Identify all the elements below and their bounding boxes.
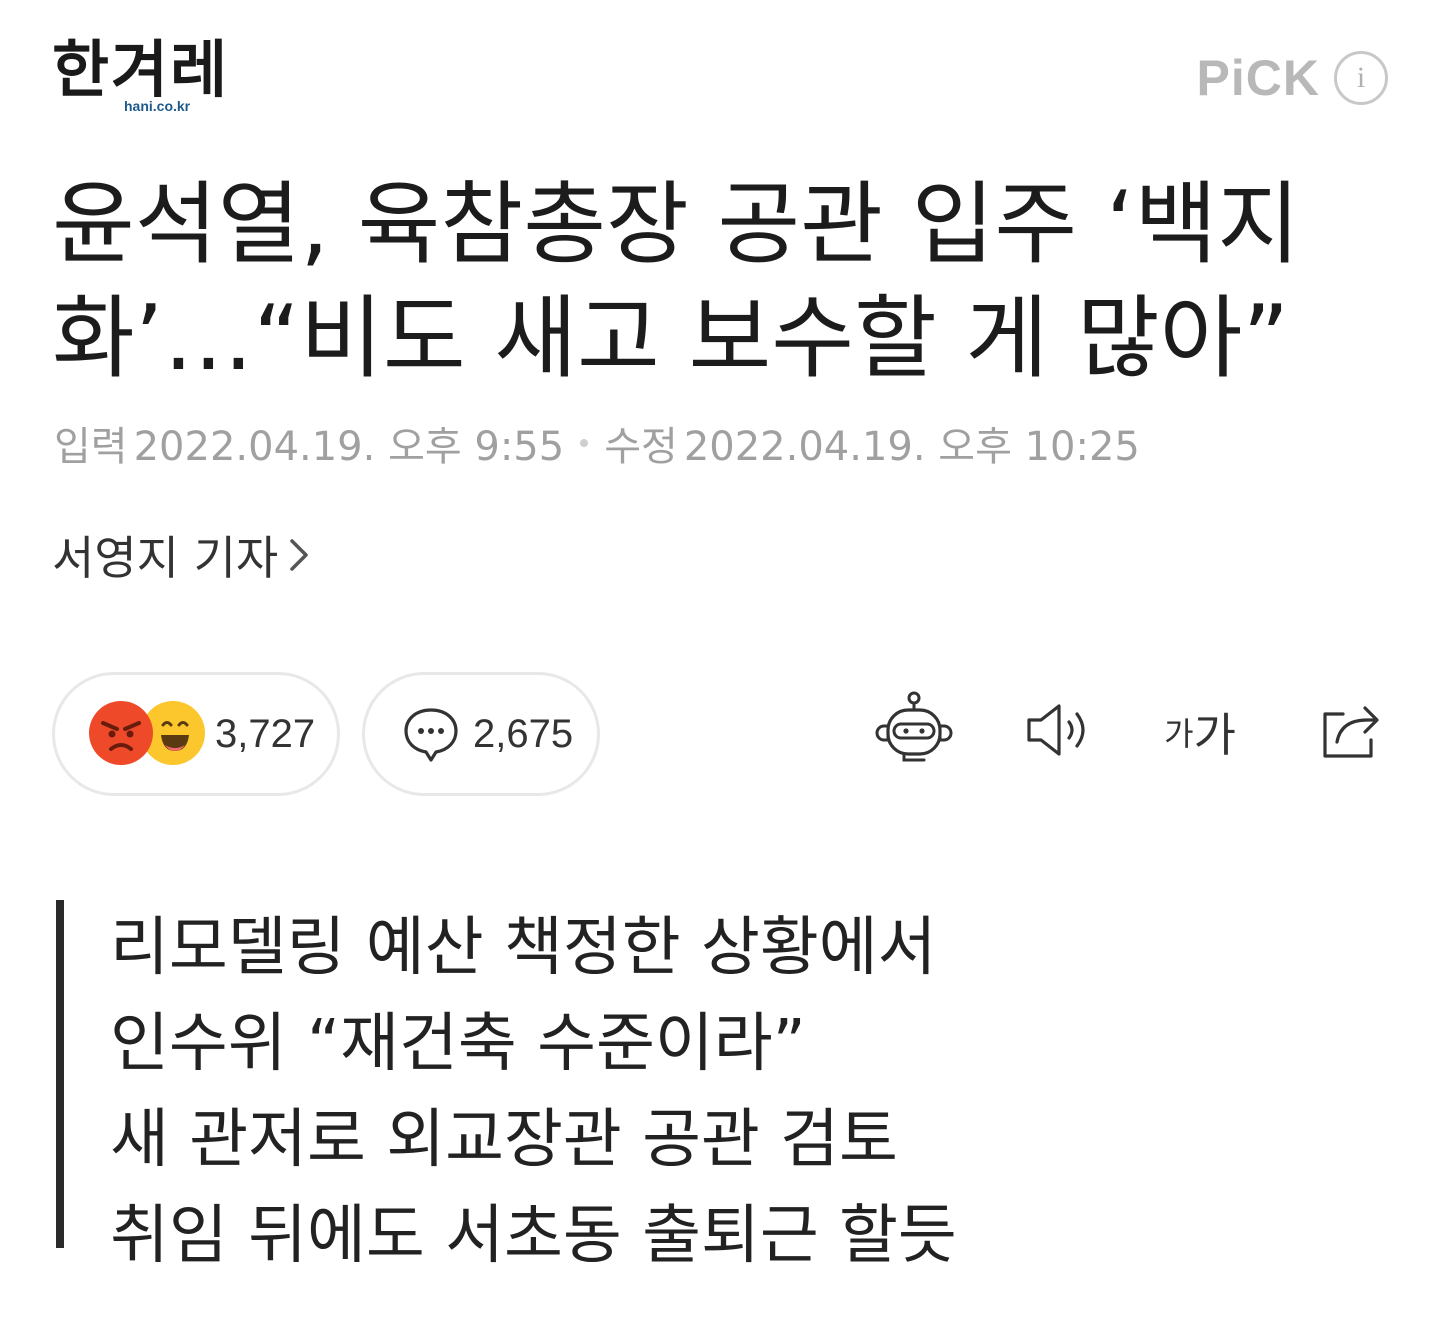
reporter-name: 서영지 기자	[52, 531, 279, 585]
article-title: 윤석열, 육참총장 공관 입주 ‘백지 화’…“비도 새고 보수할 게 많아”	[52, 168, 1352, 396]
comments-button[interactable]: 2,675	[362, 672, 600, 796]
published-label: 입력	[54, 424, 128, 470]
reactions-count: 3,727	[215, 711, 316, 756]
title-line-2: 화’…“비도 새고 보수할 게 많아”	[52, 286, 1290, 391]
share-button[interactable]	[1308, 690, 1392, 774]
angry-face-icon	[89, 701, 153, 765]
font-small-glyph: 가	[1164, 715, 1194, 753]
logo-domain: hani.co.kr	[124, 98, 191, 114]
info-icon[interactable]: i	[1334, 51, 1388, 105]
share-icon	[1315, 698, 1385, 766]
title-line-1: 윤석열, 육참총장 공관 입주 ‘백지	[52, 172, 1301, 277]
summary-line: 리모델링 예산 책정한 상황에서	[110, 911, 937, 985]
press-logo[interactable]: 한겨레 hani.co.kr	[52, 30, 272, 120]
app-header: 한겨레 hani.co.kr PiCK i	[0, 0, 1440, 150]
article-meta: 입력 2022.04.19. 오후 9:55 수정 2022.04.19. 오후…	[54, 414, 1140, 472]
text-to-speech-button[interactable]	[1018, 690, 1102, 774]
pick-label: PiCK	[1196, 50, 1320, 106]
reactions-button[interactable]: 3,727	[52, 672, 340, 796]
summary-bot-button[interactable]	[872, 690, 956, 774]
modified-label: 수정	[604, 424, 678, 470]
comments-count: 2,675	[473, 711, 574, 756]
summary-line: 인수위 “재건축 수준이라”	[110, 1007, 806, 1081]
summary-line: 취임 뒤에도 서초동 출퇴근 할듯	[110, 1199, 957, 1273]
comment-bubble-icon	[401, 704, 461, 764]
article-summary: 리모델링 예산 책정한 상황에서 인수위 “재건축 수준이라” 새 관저로 외교…	[56, 900, 957, 1273]
reporter-link[interactable]: 서영지 기자	[52, 522, 316, 588]
font-size-button[interactable]: 가 가	[1158, 690, 1242, 774]
chevron-right-icon	[288, 535, 316, 575]
meta-separator	[580, 439, 589, 447]
speaker-icon	[1023, 700, 1097, 764]
summary-line: 새 관저로 외교장관 공관 검토	[110, 1103, 898, 1177]
robot-icon	[874, 690, 954, 774]
reaction-emojis	[89, 701, 209, 767]
modified-datetime: 2022.04.19. 오후 10:25	[683, 424, 1140, 470]
pick-badge: PiCK i	[1197, 48, 1388, 108]
published-datetime: 2022.04.19. 오후 9:55	[133, 424, 565, 470]
font-large-glyph: 가	[1193, 708, 1236, 762]
